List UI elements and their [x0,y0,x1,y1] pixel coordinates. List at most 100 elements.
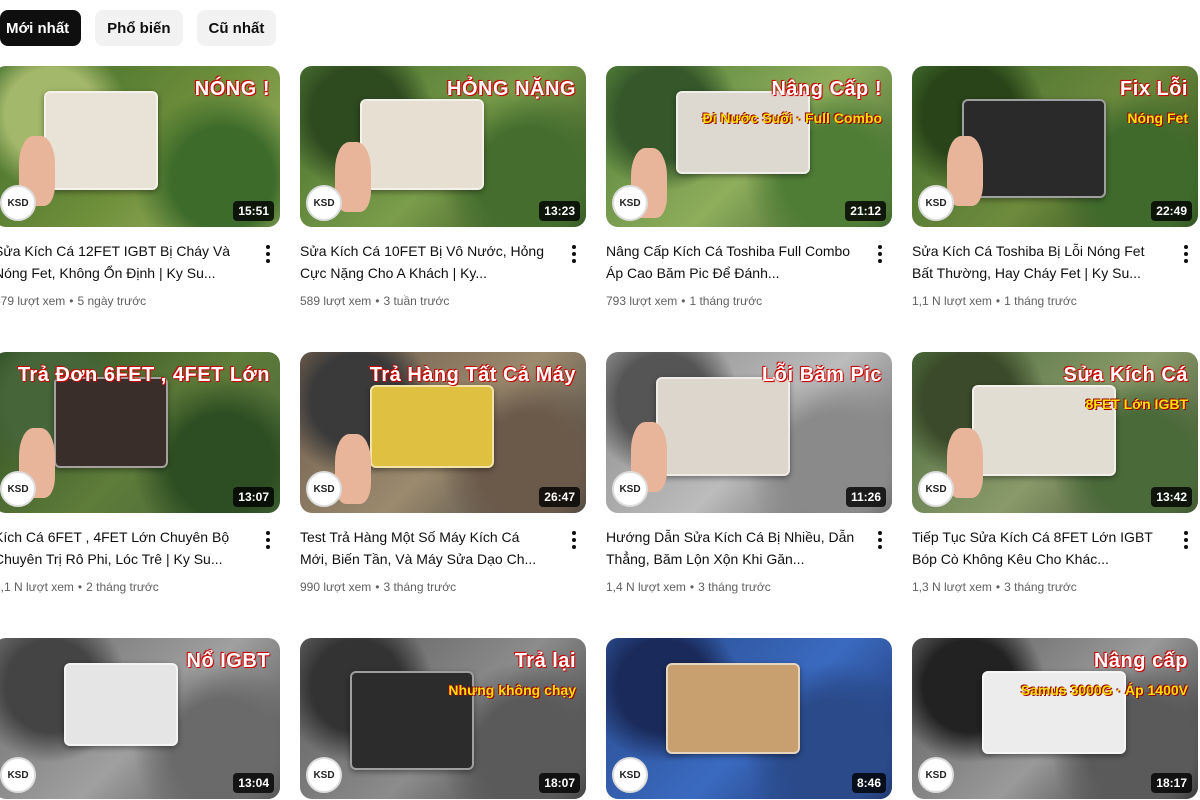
thumbnail-overlay-title: Trả Đơn 6FET , 4FET Lớn [17,364,270,386]
video-meta: 589 lượt xem • 3 tuần trước [300,294,449,308]
filter-chip-popular[interactable]: Phổ biến [95,10,183,46]
thumbnail-overlay-title: NÓNG ! [194,78,270,100]
filter-chip-oldest[interactable]: Cũ nhất [196,10,277,46]
device-image [676,91,810,174]
video-thumbnail[interactable]: HỎNG NẶNG KSD 13:23 [300,66,586,227]
thumbnail-overlay-title: Sửa Kích Cá [1063,364,1188,386]
view-count: 479 lượt xem [0,294,66,308]
view-count: 990 lượt xem [300,580,372,594]
video-meta: 1,3 N lượt xem • 3 tháng trước [912,580,1077,594]
thumbnail-overlay-title: Trả Hàng Tất Cả Máy [369,364,576,386]
meta-separator: • [375,294,380,308]
video-title[interactable]: Tiếp Tục Sửa Kích Cá 8FET Lớn IGBT Bóp C… [912,526,1162,570]
video-title[interactable]: Nâng Cấp Kích Cá Toshiba Full Combo Áp C… [606,240,856,284]
video-thumbnail[interactable]: Lỗi Băm Pic KSD 11:26 [606,352,892,513]
thumbnail-overlay-title: HỎNG NẶNG [447,78,576,100]
video-title[interactable]: Kích Cá 6FET , 4FET Lớn Chuyên Bộ Chuyên… [0,526,244,570]
video-thumbnail[interactable]: Trả Đơn 6FET , 4FET Lớn KSD 13:07 [0,352,280,513]
meta-separator: • [689,580,695,594]
channel-logo: KSD [612,185,648,221]
video-title[interactable]: Hướng Dẫn Sửa Kích Cá Bị Nhiều, Dẫn Thẳn… [606,526,856,570]
video-duration: 18:07 [539,773,580,793]
device-image [656,377,790,476]
video-title[interactable]: Sửa Kích Cá 10FET Bị Vô Nước, Hỏng Cực N… [300,240,550,284]
meta-separator: • [995,580,1001,594]
thumbnail-overlay-subtitle: Samus 3000G · Áp 1400V [1020,682,1188,698]
video-duration: 13:42 [1151,487,1192,507]
channel-logo: KSD [306,757,342,793]
channel-logo: KSD [612,471,648,507]
thumbnail-overlay-subtitle: Đi Nước Suối · Full Combo [702,110,882,126]
video-duration: 18:17 [1151,773,1192,793]
thumbnail-overlay-title: Trả lại [514,650,576,672]
more-options-icon[interactable] [566,530,582,550]
channel-logo: KSD [918,471,954,507]
video-meta: 1,1 N lượt xem • 1 tháng trước [912,294,1077,308]
more-options-icon[interactable] [1178,244,1194,264]
upload-age: 1 tháng trước [689,294,763,308]
device-image [54,377,168,468]
video-duration: 15:51 [233,201,274,221]
video-duration: 22:49 [1151,201,1192,221]
video-meta: 1,1 N lượt xem • 2 tháng trước [0,580,159,594]
video-thumbnail[interactable]: Sửa Kích Cá 8FET Lớn IGBT KSD 13:42 [912,352,1198,513]
more-options-icon[interactable] [1178,530,1194,550]
upload-age: 3 tháng trước [1004,580,1077,594]
more-options-icon[interactable] [872,244,888,264]
thumbnail-overlay-title: Nâng cấp [1093,650,1188,672]
video-thumbnail[interactable]: Trả lại Nhưng không chạy KSD 18:07 [300,638,586,799]
device-image [64,663,178,746]
video-thumbnail[interactable]: Nâng Cấp ! Đi Nước Suối · Full Combo KSD… [606,66,892,227]
upload-age: 2 tháng trước [86,580,159,594]
video-thumbnail[interactable]: Fix Lỗi Nóng Fet KSD 22:49 [912,66,1198,227]
channel-logo: KSD [612,757,648,793]
video-thumbnail[interactable]: Trả Hàng Tất Cả Máy KSD 26:47 [300,352,586,513]
more-options-icon[interactable] [260,530,276,550]
video-duration: 13:23 [539,201,580,221]
video-meta: 990 lượt xem • 3 tháng trước [300,580,456,594]
video-thumbnail[interactable]: NÓNG ! KSD 15:51 [0,66,280,227]
channel-logo: KSD [0,471,36,507]
video-duration: 11:26 [845,487,886,507]
upload-age: 5 ngày trước [77,294,147,308]
video-duration: 13:04 [233,773,274,793]
channel-logo: KSD [0,185,36,221]
channel-logo: KSD [918,757,954,793]
video-thumbnail[interactable]: Nổ IGBT KSD 13:04 [0,638,280,799]
view-count: 1,1 N lượt xem [0,580,74,594]
thumbnail-overlay-subtitle: Nóng Fet [1127,110,1188,126]
more-options-icon[interactable] [872,530,888,550]
more-options-icon[interactable] [566,244,582,264]
thumbnail-overlay-subtitle: 8FET Lớn IGBT [1085,396,1188,412]
video-meta: 1,4 N lượt xem • 3 tháng trước [606,580,771,594]
filter-chip-newest[interactable]: Mới nhất [0,10,82,46]
channel-logo: KSD [306,185,342,221]
video-thumbnail[interactable]: Nâng cấp Samus 3000G · Áp 1400V KSD 18:1… [912,638,1198,799]
video-thumbnail[interactable]: KSD 8:46 [606,638,892,799]
device-image [666,663,800,754]
device-image [360,99,484,190]
meta-separator: • [77,580,83,594]
thumbnail-overlay-title: Fix Lỗi [1120,78,1188,100]
filter-chips: Mới nhất Phổ biến Cũ nhất [0,10,277,46]
upload-age: 1 tháng trước [1004,294,1077,308]
video-duration: 8:46 [851,773,886,793]
device-image [370,385,494,468]
more-options-icon[interactable] [260,244,276,264]
upload-age: 3 tuần trước [383,294,450,308]
view-count: 1,3 N lượt xem [912,580,992,594]
view-count: 1,4 N lượt xem [606,580,686,594]
meta-separator: • [995,294,1001,308]
video-meta: 793 lượt xem • 1 tháng trước [606,294,762,308]
video-title[interactable]: Sửa Kích Cá Toshiba Bị Lỗi Nóng Fet Bất … [912,240,1162,284]
view-count: 589 lượt xem [300,294,372,308]
thumbnail-overlay-title: Lỗi Băm Pic [762,364,882,386]
channel-logo: KSD [0,757,36,793]
video-title[interactable]: Sửa Kích Cá 12FET IGBT Bị Cháy Và Nóng F… [0,240,244,284]
upload-age: 3 tháng trước [698,580,771,594]
thumbnail-overlay-title: Nổ IGBT [186,650,270,672]
device-image [962,99,1106,198]
video-title[interactable]: Test Trả Hàng Một Số Máy Kích Cá Mới, Bi… [300,526,550,570]
thumbnail-overlay-subtitle: Nhưng không chạy [448,682,576,698]
meta-separator: • [681,294,686,308]
